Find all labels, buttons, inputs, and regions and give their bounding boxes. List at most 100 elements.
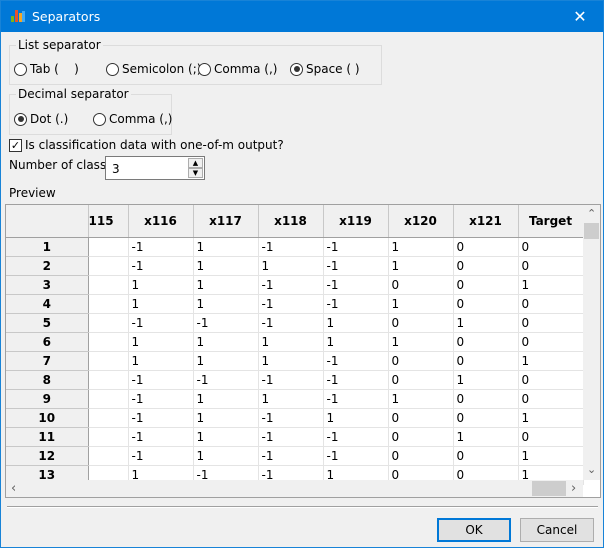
table-cell[interactable]: 1 (518, 446, 584, 466)
table-cell[interactable]: 0 (388, 275, 454, 295)
table-cell[interactable]: 1 (193, 427, 259, 447)
horizontal-scroll-thumb[interactable] (532, 481, 566, 496)
table-cell[interactable]: -1 (323, 351, 389, 371)
table-cell[interactable]: -1 (258, 237, 324, 257)
table-cell[interactable] (88, 332, 129, 352)
table-cell[interactable]: 1 (193, 332, 259, 352)
column-header[interactable]: x117 (193, 205, 259, 238)
table-cell[interactable]: 0 (518, 313, 584, 333)
preview-grid[interactable]: 115 x116 x117 x118 x119 x120 x121 Target 1 -1 1 -1… (5, 204, 601, 498)
table-cell[interactable]: 1 (193, 256, 259, 276)
table-cell[interactable]: 1 (193, 389, 259, 409)
table-cell[interactable]: -1 (258, 294, 324, 314)
table-cell[interactable]: 1 (258, 351, 324, 371)
table-cell[interactable]: 0 (518, 294, 584, 314)
table-cell[interactable]: 0 (518, 427, 584, 447)
table-cell[interactable]: -1 (128, 237, 194, 257)
table-cell[interactable]: 0 (453, 237, 519, 257)
column-header[interactable]: x120 (388, 205, 454, 238)
table-cell[interactable]: 1 (128, 275, 194, 295)
table-cell[interactable]: 1 (453, 370, 519, 390)
row-header[interactable]: 5 (6, 313, 89, 333)
table-cell[interactable] (88, 275, 129, 295)
table-cell[interactable]: 0 (388, 408, 454, 428)
table-cell[interactable]: 0 (453, 332, 519, 352)
radio-tab[interactable]: Tab ( ) (14, 62, 79, 76)
table-cell[interactable]: 0 (453, 256, 519, 276)
table-cell[interactable]: 0 (388, 446, 454, 466)
table-cell[interactable]: -1 (128, 313, 194, 333)
row-header[interactable]: 6 (6, 332, 89, 352)
table-cell[interactable]: 0 (453, 294, 519, 314)
table-cell[interactable]: -1 (323, 370, 389, 390)
table-cell[interactable]: 0 (453, 446, 519, 466)
table-cell[interactable]: -1 (128, 408, 194, 428)
table-cell[interactable]: 1 (388, 237, 454, 257)
table-cell[interactable]: -1 (323, 237, 389, 257)
table-cell[interactable]: 0 (518, 237, 584, 257)
table-cell[interactable] (88, 351, 129, 371)
column-header[interactable]: 115 (88, 205, 129, 238)
table-cell[interactable]: -1 (128, 256, 194, 276)
table-cell[interactable]: 1 (388, 294, 454, 314)
vertical-scrollbar[interactable]: ⌃ ⌄ (583, 205, 600, 480)
table-cell[interactable]: 1 (323, 332, 389, 352)
table-cell[interactable]: 0 (453, 408, 519, 428)
scroll-right-icon[interactable]: › (571, 481, 576, 496)
table-cell[interactable]: 0 (518, 332, 584, 352)
table-cell[interactable]: 1 (518, 408, 584, 428)
table-cell[interactable]: 0 (518, 370, 584, 390)
table-cell[interactable]: 1 (453, 313, 519, 333)
table-cell[interactable]: 1 (258, 332, 324, 352)
table-cell[interactable]: 1 (193, 408, 259, 428)
num-classes-value[interactable]: 3 (112, 162, 120, 176)
table-cell[interactable]: 0 (453, 389, 519, 409)
row-header[interactable]: 2 (6, 256, 89, 276)
table-cell[interactable]: 1 (128, 294, 194, 314)
table-cell[interactable]: 1 (128, 351, 194, 371)
table-cell[interactable]: 1 (258, 389, 324, 409)
table-cell[interactable] (88, 446, 129, 466)
ok-button[interactable]: OK (437, 518, 511, 542)
row-header[interactable]: 12 (6, 446, 89, 466)
table-cell[interactable] (88, 370, 129, 390)
table-cell[interactable]: -1 (323, 389, 389, 409)
table-cell[interactable]: 0 (453, 275, 519, 295)
table-cell[interactable]: -1 (128, 389, 194, 409)
radio-space[interactable]: Space ( ) (290, 62, 360, 76)
table-cell[interactable] (88, 313, 129, 333)
row-header[interactable]: 3 (6, 275, 89, 295)
cancel-button[interactable]: Cancel (520, 518, 594, 542)
row-header[interactable]: 1 (6, 237, 89, 257)
table-cell[interactable]: -1 (193, 370, 259, 390)
table-cell[interactable]: -1 (193, 313, 259, 333)
table-cell[interactable]: 1 (193, 237, 259, 257)
table-cell[interactable]: 0 (453, 351, 519, 371)
radio-semicolon[interactable]: Semicolon (;) (106, 62, 201, 76)
table-cell[interactable]: -1 (323, 256, 389, 276)
table-cell[interactable] (88, 237, 129, 257)
table-cell[interactable]: -1 (258, 446, 324, 466)
table-cell[interactable]: 1 (128, 332, 194, 352)
table-cell[interactable]: -1 (128, 427, 194, 447)
table-cell[interactable]: -1 (323, 446, 389, 466)
table-cell[interactable]: 1 (453, 427, 519, 447)
table-cell[interactable]: 0 (518, 256, 584, 276)
num-classes-spinner[interactable]: 3 ▲ ▼ (105, 156, 205, 180)
table-cell[interactable]: 1 (323, 408, 389, 428)
row-header[interactable]: 9 (6, 389, 89, 409)
column-header[interactable]: x121 (453, 205, 519, 238)
table-cell[interactable]: 0 (388, 427, 454, 447)
radio-decimal-comma[interactable]: Comma (,) (93, 112, 172, 126)
radio-comma[interactable]: Comma (,) (198, 62, 277, 76)
column-header[interactable]: Target (518, 205, 584, 238)
scroll-up-icon[interactable]: ⌃ (587, 207, 596, 220)
spin-up-icon[interactable]: ▲ (188, 158, 203, 168)
table-cell[interactable]: 0 (388, 313, 454, 333)
column-header[interactable]: x119 (323, 205, 389, 238)
table-cell[interactable]: -1 (258, 275, 324, 295)
table-cell[interactable]: -1 (258, 370, 324, 390)
table-cell[interactable]: -1 (323, 275, 389, 295)
close-button[interactable]: ✕ (557, 1, 603, 32)
table-cell[interactable] (88, 408, 129, 428)
